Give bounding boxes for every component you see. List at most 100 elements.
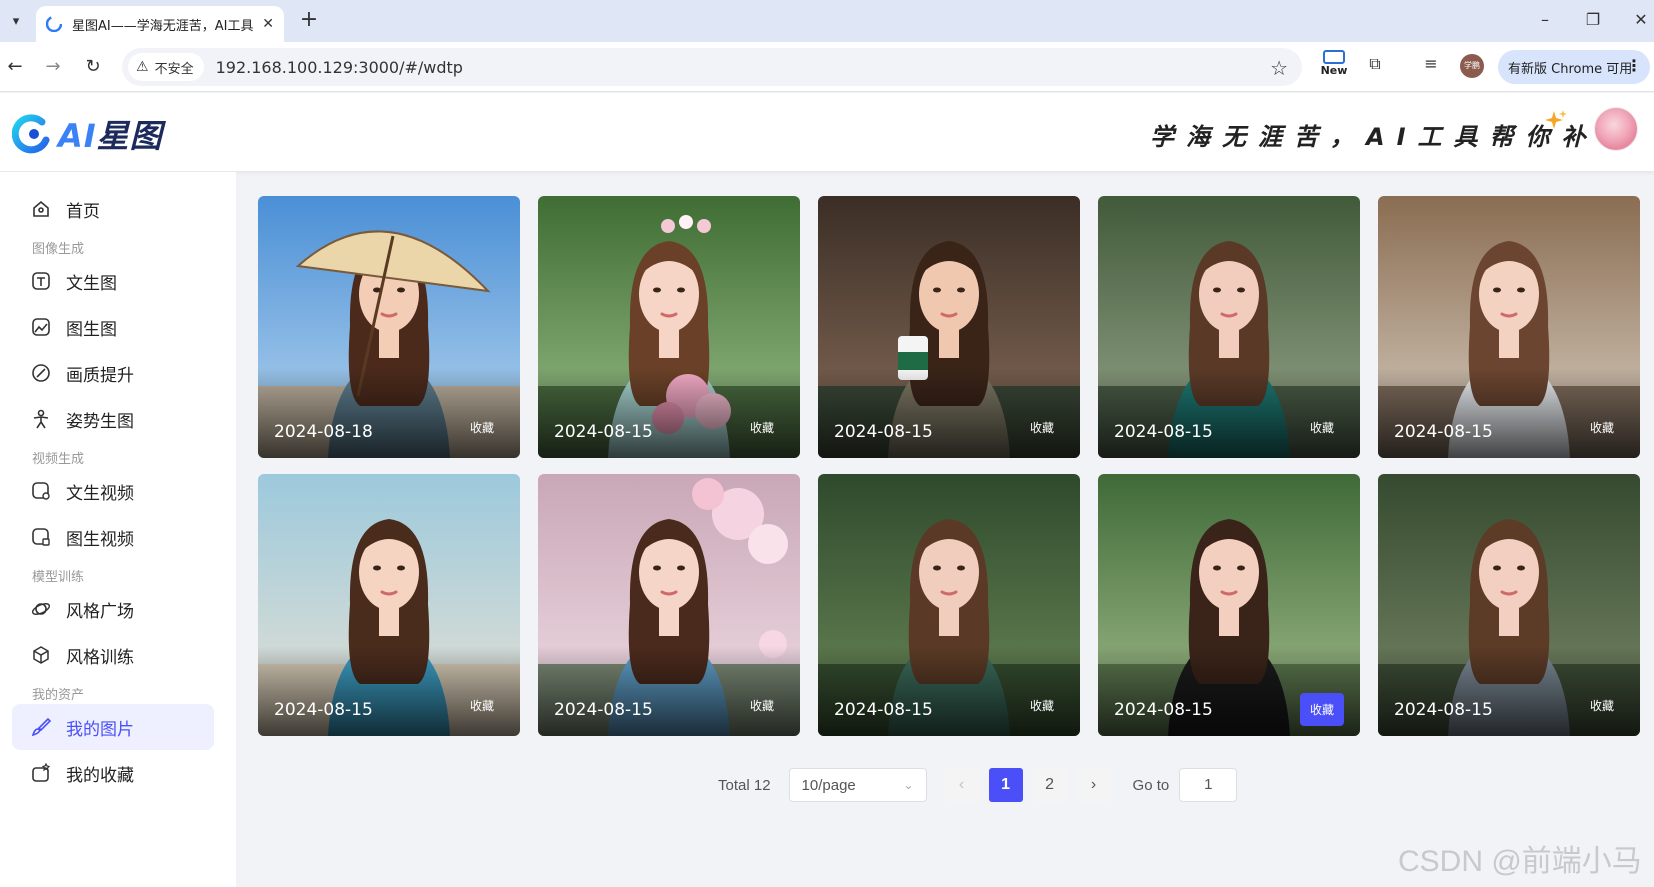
restore-icon[interactable]: ❐ (1578, 8, 1608, 32)
extensions-puzzle-icon[interactable]: ⧉ (1362, 54, 1388, 80)
image-card[interactable]: 2024-08-15 收藏 (818, 196, 1080, 458)
caption-gradient (258, 646, 520, 736)
image-card[interactable]: 2024-08-15 收藏 (1378, 474, 1640, 736)
browser-toolbar: ← → ↻ ⚠ 不安全 192.168.100.129:3000/#/wdtp … (0, 42, 1654, 92)
goto-page-input[interactable]: 1 (1179, 768, 1238, 802)
nav-group-video: 视频生成 (32, 452, 85, 467)
sidebar-item-label: 首页 (66, 201, 100, 222)
prev-page-button[interactable]: ‹ (944, 768, 979, 802)
bookmark-star-icon[interactable]: ☆ (1270, 56, 1288, 80)
url-text[interactable]: 192.168.100.129:3000/#/wdtp (216, 58, 463, 77)
new-feature-button[interactable]: New (1318, 50, 1350, 82)
new-tab-plus-icon[interactable]: + (296, 8, 322, 34)
back-arrow-icon[interactable]: ← (2, 54, 28, 80)
forward-arrow-icon[interactable]: → (40, 54, 66, 80)
sidebar-item-label: 我的图片 (66, 719, 134, 740)
nav-group-image: 图像生成 (32, 242, 85, 257)
sidebar-item-style-square[interactable]: 风格广场 (12, 586, 214, 632)
favorite-button[interactable]: 收藏 (1584, 693, 1620, 718)
brush-icon (30, 716, 52, 738)
sidebar-item-pose-to-image[interactable]: 姿势生图 (12, 396, 214, 442)
sidebar-item-image-to-video[interactable]: 图生视频 (12, 514, 214, 560)
image-card[interactable]: 2024-08-15 收藏 (538, 474, 800, 736)
image-icon (30, 316, 52, 338)
text-box-icon (30, 270, 52, 292)
minimize-icon[interactable]: – (1530, 8, 1560, 32)
profile-avatar[interactable]: 学鹏 (1460, 54, 1484, 78)
site-favicon-icon (46, 16, 62, 32)
watermark: CSDN @前端小马 (1398, 845, 1642, 878)
logo-swirl-icon (12, 114, 50, 154)
address-bar[interactable]: ⚠ 不安全 192.168.100.129:3000/#/wdtp ☆ (122, 48, 1302, 86)
new-feature-label: New (1320, 64, 1348, 77)
update-label: 有新版 Chrome 可用 (1508, 61, 1633, 77)
image-date: 2024-08-15 (554, 422, 653, 442)
sidebar-item-label: 风格广场 (66, 601, 134, 622)
person-pose-icon (30, 408, 52, 430)
next-page-button[interactable]: › (1076, 768, 1111, 802)
sidebar-item-label: 我的收藏 (66, 765, 134, 786)
more-menu-icon[interactable]: ⋮ (1626, 56, 1642, 75)
caption-gradient (1378, 368, 1640, 458)
sidebar-item-label: 风格训练 (66, 647, 134, 668)
favorite-button[interactable]: 收藏 (464, 693, 500, 718)
app-logo[interactable]: AI星图 (12, 111, 163, 157)
image-date: 2024-08-15 (554, 700, 653, 720)
sidebar-item-image-to-image[interactable]: 图生图 (12, 304, 214, 350)
sidebar-item-upscale[interactable]: 画质提升 (12, 350, 214, 396)
media-queue-icon[interactable]: ≡ (1418, 54, 1444, 80)
chrome-update-button[interactable]: 有新版 Chrome 可用 ⋮ (1498, 50, 1650, 84)
image-card[interactable]: 2024-08-15 收藏 (258, 474, 520, 736)
app-header: AI星图 学海无涯苦，AI工具帮你补！ (0, 93, 1654, 171)
sidebar-item-label: 文生图 (66, 273, 117, 294)
image-card[interactable]: 2024-08-15 收藏 (538, 196, 800, 458)
image-card[interactable]: 2024-08-15 收藏 (1378, 196, 1640, 458)
orbit-icon (30, 598, 52, 620)
favorite-button[interactable]: 收藏 (744, 415, 780, 440)
tab-close-icon[interactable]: ✕ (262, 16, 274, 32)
favorite-button[interactable]: 收藏 (1304, 415, 1340, 440)
goto-label: Go to (1132, 776, 1170, 794)
sidebar-item-style-training[interactable]: 风格训练 (12, 632, 214, 678)
favorite-button[interactable]: 收藏 (1024, 693, 1060, 718)
video-image-icon (30, 526, 52, 548)
favorite-button[interactable]: 收藏 (1024, 415, 1060, 440)
caption-gradient (818, 368, 1080, 458)
caption-gradient (538, 646, 800, 736)
caption-gradient (1378, 646, 1640, 736)
cube-icon (30, 644, 52, 666)
sidebar-item-text-to-image[interactable]: 文生图 (12, 258, 214, 304)
tab-list-chevron-icon[interactable]: ▾ (4, 9, 28, 33)
favorite-button[interactable]: 收藏 (744, 693, 780, 718)
favorite-button[interactable]: 收藏 (1299, 693, 1344, 726)
sidebar-item-my-images[interactable]: 我的图片 (12, 704, 214, 750)
security-indicator[interactable]: ⚠ 不安全 (128, 53, 204, 81)
image-card[interactable]: 2024-08-15 收藏 (1098, 474, 1360, 736)
page-button-1[interactable]: 1 (988, 768, 1023, 802)
image-card[interactable]: 2024-08-18 收藏 (258, 196, 520, 458)
nav-group-assets: 我的资产 (32, 688, 85, 703)
browser-tab-bar: ▾ 星图AI——学海无涯苦，AI工具 ✕ + – ❐ ✕ (0, 0, 1654, 42)
sidebar-item-my-favorites[interactable]: 我的收藏 (12, 750, 214, 796)
page-size-select[interactable]: 10/page ⌄ (788, 768, 927, 802)
sparkle-icon (1545, 110, 1567, 129)
gauge-icon (30, 362, 52, 384)
page-button-2[interactable]: 2 (1032, 768, 1067, 802)
favorite-button[interactable]: 收藏 (464, 415, 500, 440)
image-date: 2024-08-18 (274, 422, 373, 442)
sidebar-item-home[interactable]: 首页 (12, 186, 214, 232)
favorite-button[interactable]: 收藏 (1584, 415, 1620, 440)
reload-icon[interactable]: ↻ (80, 54, 106, 80)
sidebar-item-label: 图生图 (66, 319, 117, 340)
browser-tab[interactable]: 星图AI——学海无涯苦，AI工具 ✕ (36, 6, 284, 42)
tab-title: 星图AI——学海无涯苦，AI工具 (72, 18, 254, 34)
home-icon (30, 198, 52, 220)
image-card[interactable]: 2024-08-15 收藏 (1098, 196, 1360, 458)
sidebar-item-text-to-video[interactable]: 文生视频 (12, 468, 214, 514)
favorite-folder-icon (30, 762, 52, 784)
caption-gradient (818, 646, 1080, 736)
image-card[interactable]: 2024-08-15 收藏 (818, 474, 1080, 736)
caption-gradient (258, 368, 520, 458)
user-avatar[interactable] (1594, 107, 1638, 151)
close-window-icon[interactable]: ✕ (1626, 8, 1654, 32)
